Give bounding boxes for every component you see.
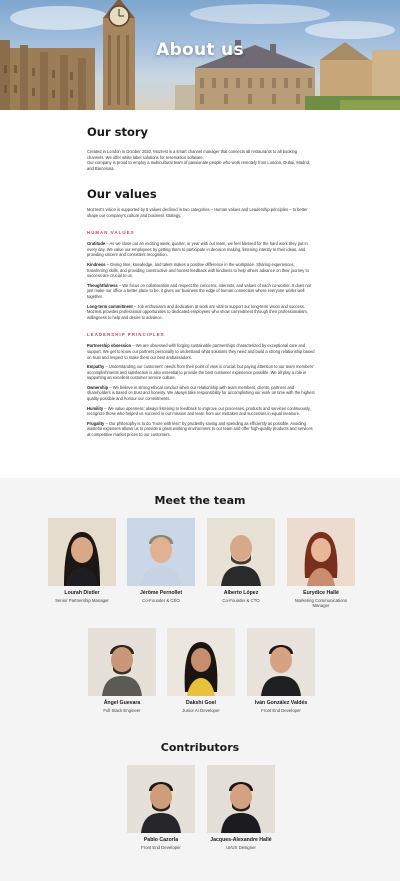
member-role: UI/UX Designer (226, 845, 256, 850)
value-title: Thoughtfulness (87, 282, 118, 288)
principle-title: Partnership obsession (87, 343, 132, 349)
principle-item: Ownership – We believe in strong ethical… (87, 385, 315, 402)
member-role: Co-Founder & CEO (142, 598, 180, 603)
value-text: – Giving time, knowledge, and talent mak… (87, 261, 309, 279)
member-role: Front End Developer (141, 845, 181, 850)
team-member-card: Dakshi Goel Junior AI Developer (167, 628, 235, 713)
member-name: Pablo Cazorla (143, 837, 179, 843)
value-item: Kindness – Giving time, knowledge, and t… (87, 262, 315, 279)
value-item: Gratitude – As we close out an exciting … (87, 241, 315, 258)
human-values-label: HUMAN VALUES (87, 230, 135, 236)
team-member-card: Ángel Guevara Full Stack Engineer (88, 628, 156, 713)
principle-item: Humility – We value openness: always lis… (87, 406, 315, 417)
team-member-card: Alberto López Co-Founder & CTO (207, 518, 275, 603)
member-photo (247, 628, 315, 696)
value-title: Gratitude (87, 241, 106, 247)
values-heading: Our values (87, 187, 157, 201)
member-name: Lourah Distler (64, 590, 100, 596)
member-name: Iván González Valdés (254, 700, 308, 706)
team-member-card: Jérôme Pernollet Co-Founder & CEO (127, 518, 195, 603)
principle-title: Empathy (87, 364, 105, 370)
principle-text: – We value openness: always listening to… (87, 405, 311, 417)
member-name: Eurydice Hallé (303, 590, 339, 596)
contributor-card: Jacques-Alexandre Hallé UI/UX Designer (207, 765, 275, 850)
member-photo (207, 518, 275, 586)
principle-title: Humility (87, 405, 104, 411)
member-role: Full Stack Engineer (103, 708, 141, 713)
member-name: Ángel Guevara (103, 700, 141, 706)
principle-text: – Understanding our customers' needs fro… (87, 364, 314, 381)
principle-text: – We believe in strong ethical conduct w… (87, 384, 315, 402)
leadership-principles-label: LEADERSHIP PRINCIPLES (87, 332, 165, 338)
hero-banner: About us (0, 0, 400, 110)
member-role: Marketing Communications Manager (294, 598, 348, 609)
member-photo (167, 628, 235, 696)
member-role: Front End Developer (261, 708, 301, 713)
principle-item: Empathy – Understanding our customers' n… (87, 364, 315, 381)
principle-item: Frugality – Our philosophy is to do "mor… (87, 421, 315, 438)
story-section: Our story Created in London in October 2… (87, 125, 315, 171)
member-photo (127, 765, 195, 833)
member-name: Jacques-Alexandre Hallé (210, 837, 272, 843)
team-member-card: Lourah Distler Senior Partnership Manage… (48, 518, 116, 603)
member-photo (88, 628, 156, 696)
value-item: Long-term commitment – Job enthusiasm an… (87, 304, 315, 321)
story-paragraph: Created in London in October 2020, Mozre… (87, 149, 298, 160)
member-photo (287, 518, 355, 586)
team-section: Meet the team Lourah Distler Senior Part… (0, 478, 400, 881)
contributor-card: Pablo Cazorla Front End Developer (127, 765, 195, 850)
team-heading: Meet the team (154, 494, 246, 507)
member-photo (207, 765, 275, 833)
member-name: Jérôme Pernollet (139, 590, 183, 596)
value-title: Kindness (87, 261, 106, 267)
value-text: – As we close out an exciting week, quar… (87, 241, 308, 258)
team-member-card: Eurydice Hallé Marketing Communications … (287, 518, 355, 609)
member-photo (127, 518, 195, 586)
member-name: Alberto López (223, 590, 259, 596)
principle-text: – Our philosophy is to do "more with les… (87, 420, 313, 438)
member-role: Junior AI Developer (182, 708, 220, 713)
contributors-heading: Contributors (160, 741, 240, 754)
principle-title: Frugality (87, 420, 105, 426)
principle-item: Partnership obsession – We are obsessed … (87, 343, 315, 360)
values-intro: Mozrest's vision is supported by 9 value… (87, 207, 308, 218)
value-title: Long-term commitment (87, 303, 133, 309)
story-heading: Our story (87, 125, 149, 139)
principle-title: Ownership (87, 384, 109, 390)
member-name: Dakshi Goel (186, 700, 216, 706)
value-item: Thoughtfulness – We focus on collaborati… (87, 283, 315, 300)
value-text: – We focus on collaboration and respect … (87, 282, 312, 299)
team-member-card: Iván González Valdés Front End Developer (247, 628, 315, 713)
member-photo (48, 518, 116, 586)
member-role: Co-Founder & CTO (222, 598, 260, 603)
values-section: Our values Mozrest's vision is supported… (87, 187, 315, 438)
story-paragraph: Our company is proud to employ a multicu… (87, 160, 310, 171)
member-role: Senior Partnership Manager (55, 598, 109, 603)
page-title: About us (156, 40, 244, 60)
